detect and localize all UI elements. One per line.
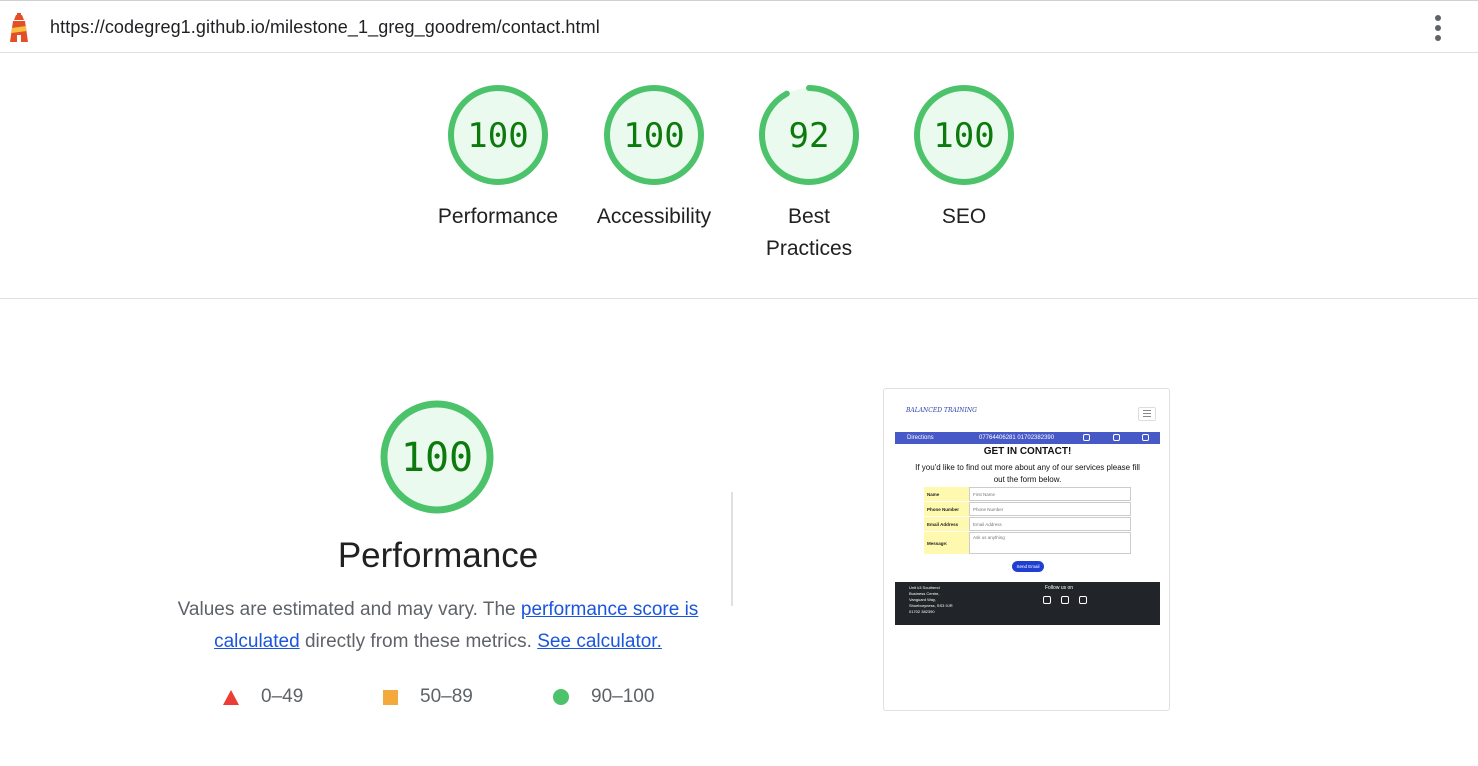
legend-pass: 90–100 xyxy=(553,684,654,710)
gauge-label: Best Practices xyxy=(765,205,853,260)
gauge-label: Accessibility xyxy=(596,205,712,228)
report-header: https://codegreg1.github.io/milestone_1_… xyxy=(0,0,1478,53)
gauge-performance[interactable]: 100 Performance xyxy=(428,83,568,233)
nav-directions: Directions xyxy=(907,435,934,441)
description-text: directly from these metrics. xyxy=(299,631,538,652)
contact-form: Name First Name Phone Number Phone Numbe… xyxy=(924,487,1131,555)
form-input: Email Address xyxy=(969,517,1131,531)
divider xyxy=(731,492,733,606)
performance-score: 100 xyxy=(401,435,473,481)
form-label: Phone Number xyxy=(924,502,969,516)
form-row: Phone Number Phone Number xyxy=(924,502,1131,516)
legend-average: 50–89 xyxy=(383,684,473,710)
gauge-accessibility[interactable]: 100 Accessibility xyxy=(584,83,724,233)
gauge-score: 100 xyxy=(933,116,994,156)
gauge-label: Performance xyxy=(437,205,559,228)
footer-phone: 01702 382390 xyxy=(909,609,935,614)
lighthouse-icon xyxy=(10,13,28,42)
linkedin-icon xyxy=(1079,596,1087,604)
site-footer: Unit k3 Southend Business Centre, Vangua… xyxy=(895,582,1160,625)
red-triangle-icon xyxy=(223,689,239,705)
site-heading: GET IN CONTACT! xyxy=(983,446,1072,457)
form-input: First Name xyxy=(969,487,1131,501)
gauge-score: 100 xyxy=(467,116,528,156)
footer-follow: Follow us on xyxy=(1045,585,1074,591)
form-row: Message: Ask us anything xyxy=(924,532,1131,554)
legend-range: 90–100 xyxy=(591,686,655,707)
gauge-best-practices[interactable]: 92 Best Practices xyxy=(739,83,879,265)
send-email-button: Send Email xyxy=(1012,561,1044,572)
site-nav-bar: Directions 07764406281 01702382390 xyxy=(895,432,1160,444)
legend-range: 0–49 xyxy=(261,686,304,707)
orange-square-icon xyxy=(383,689,398,705)
gauge-score: 92 xyxy=(789,116,830,156)
form-row: Email Address Email Address xyxy=(924,517,1131,531)
performance-section: 100 Performance Values are estimated and… xyxy=(0,300,1478,766)
linkedin-icon xyxy=(1142,434,1149,441)
category-scores: 100 Performance 100 Accessibility 92 Bes… xyxy=(0,53,1478,299)
performance-title: Performance xyxy=(337,536,539,575)
final-screenshot[interactable]: BALANCED TRAINING Directions 07764406281… xyxy=(883,388,1170,711)
form-input: Ask us anything xyxy=(969,532,1131,554)
gauge-score: 100 xyxy=(623,116,684,156)
facebook-icon xyxy=(1083,434,1090,441)
form-input: Phone Number xyxy=(969,502,1131,516)
kebab-menu-icon[interactable] xyxy=(1430,13,1446,43)
site-subheading: If you'd like to find out more about any… xyxy=(915,463,1140,484)
description-text: Values are estimated and may vary. The xyxy=(177,599,521,620)
report-url[interactable]: https://codegreg1.github.io/milestone_1_… xyxy=(50,17,600,38)
footer-address: Unit k3 Southend Business Centre, Vangua… xyxy=(909,585,953,608)
legend-fail: 0–49 xyxy=(223,684,303,710)
legend-range: 50–89 xyxy=(420,686,473,707)
form-label: Email Address xyxy=(924,517,969,531)
hamburger-icon xyxy=(1138,407,1156,421)
instagram-icon xyxy=(1113,434,1120,441)
site-logo: BALANCED TRAINING xyxy=(906,407,977,414)
gauge-label: SEO xyxy=(941,205,987,228)
instagram-icon xyxy=(1061,596,1069,604)
form-row: Name First Name xyxy=(924,487,1131,501)
performance-description: Values are estimated and may vary. The p… xyxy=(176,594,700,658)
gauge-seo[interactable]: 100 SEO xyxy=(894,83,1034,233)
performance-gauge: 100 xyxy=(380,400,494,514)
nav-phones: 07764406281 01702382390 xyxy=(979,435,1055,441)
see-calculator-link[interactable]: See calculator. xyxy=(537,631,662,652)
form-label: Message: xyxy=(924,532,969,554)
facebook-icon xyxy=(1043,596,1051,604)
green-circle-icon xyxy=(553,689,569,705)
form-label: Name xyxy=(924,487,969,501)
